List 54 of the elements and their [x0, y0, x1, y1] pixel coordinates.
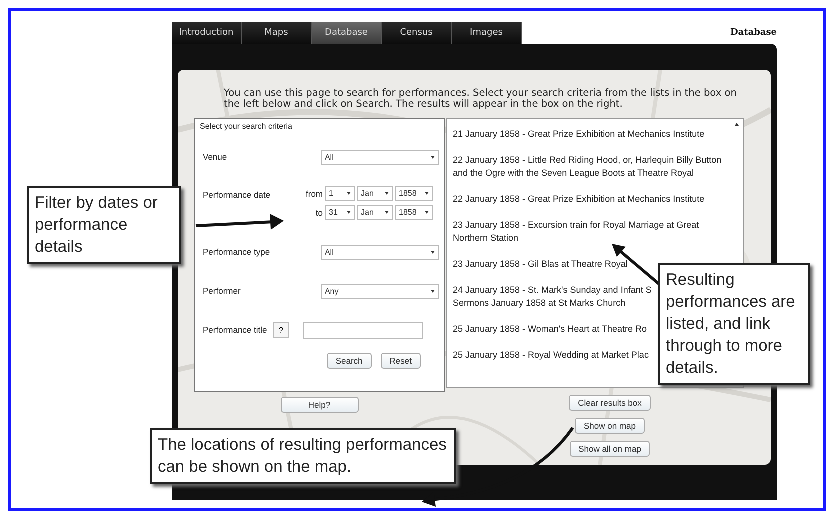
- caret-icon: [347, 192, 351, 195]
- field-label: Venue: [203, 152, 228, 162]
- field-label: Performance title: [203, 325, 268, 335]
- result-link[interactable]: 22 January 1858 - Little Red Riding Hood, or, Harlequin Billy Button and the Ogre with the Seven League Boots at Theatre Royal: [453, 154, 723, 180]
- month-dropdown[interactable]: Jan: [357, 205, 393, 220]
- result-link[interactable]: 23 January 1858 - Excursion train for Royal Marriage at Great Northern Station: [453, 219, 723, 245]
- dropdown[interactable]: All: [320, 150, 439, 164]
- result-link[interactable]: Sermons January 1858 at St Marks Church: [453, 297, 626, 310]
- form-button[interactable]: Search: [326, 353, 372, 369]
- range-label: from: [305, 188, 323, 198]
- form-button[interactable]: Reset: [380, 353, 421, 369]
- page-title: Database: [730, 28, 777, 40]
- field-label: Performance type: [203, 247, 272, 257]
- nav-tab[interactable]: Images: [452, 22, 522, 44]
- month-dropdown[interactable]: Jan: [357, 186, 393, 201]
- range-label: to: [314, 208, 323, 218]
- caret-icon: [431, 250, 435, 254]
- caret-icon: [347, 211, 351, 214]
- nav-tab[interactable]: Maps: [242, 22, 312, 44]
- field-label: Performer: [203, 286, 242, 296]
- caret-icon: [385, 192, 389, 195]
- year-dropdown[interactable]: 1858: [395, 186, 433, 201]
- map-button[interactable]: Clear results box: [569, 395, 651, 411]
- day-dropdown[interactable]: 31: [325, 205, 355, 220]
- dropdown[interactable]: Any: [320, 284, 439, 298]
- scrollbar-arrow-icon[interactable]: [735, 123, 739, 126]
- result-link[interactable]: 25 January 1858 - Royal Wedding at Market Plac: [453, 349, 649, 362]
- nav-tab[interactable]: Database: [312, 22, 382, 44]
- result-link[interactable]: 23 January 1858 - Gil Blas at Theatre Royal: [453, 258, 628, 271]
- result-link[interactable]: 24 January 1858 - St. Mark's Sunday and Infant S: [453, 284, 652, 297]
- panel-heading: Select your search criteria: [200, 122, 294, 131]
- caret-icon: [431, 156, 435, 158]
- result-link[interactable]: 22 January 1858 - Great Prize Exhibition at Mechanics Institute: [453, 193, 705, 206]
- dropdown[interactable]: All: [320, 244, 439, 260]
- day-dropdown[interactable]: 1: [325, 186, 355, 201]
- help-button[interactable]: Help?: [280, 397, 358, 413]
- caret-icon: [425, 192, 429, 195]
- result-link[interactable]: 21 January 1858 - Great Prize Exhibition at Mechanics Institute: [453, 128, 705, 141]
- callout-box: Resulting performances are listed, and link through to more details.: [658, 263, 810, 385]
- map-button[interactable]: Show on map: [575, 418, 645, 434]
- field-label: Performance date: [203, 189, 272, 200]
- caret-icon: [385, 211, 389, 214]
- result-link[interactable]: 25 January 1858 - Woman's Heart at Theatre Ro: [453, 323, 647, 336]
- title-input[interactable]: [303, 322, 424, 338]
- map-button[interactable]: Show all on map: [570, 441, 650, 457]
- help-button[interactable]: ?: [273, 322, 290, 338]
- caret-icon: [425, 211, 429, 214]
- year-dropdown[interactable]: 1858: [395, 205, 433, 220]
- caret-icon: [431, 290, 435, 292]
- nav-tab[interactable]: Introduction: [172, 22, 242, 44]
- callout-box: Filter by dates or performance details: [27, 186, 181, 264]
- callout-box: The locations of resulting performances can be shown on the map.: [150, 428, 456, 484]
- nav-tab[interactable]: Census: [382, 22, 452, 44]
- intro-text: You can use this page to search for performances. Select your search criteria from the lists in the box on the left below and click on Search. The results will appear in the box on the right.: [223, 87, 738, 112]
